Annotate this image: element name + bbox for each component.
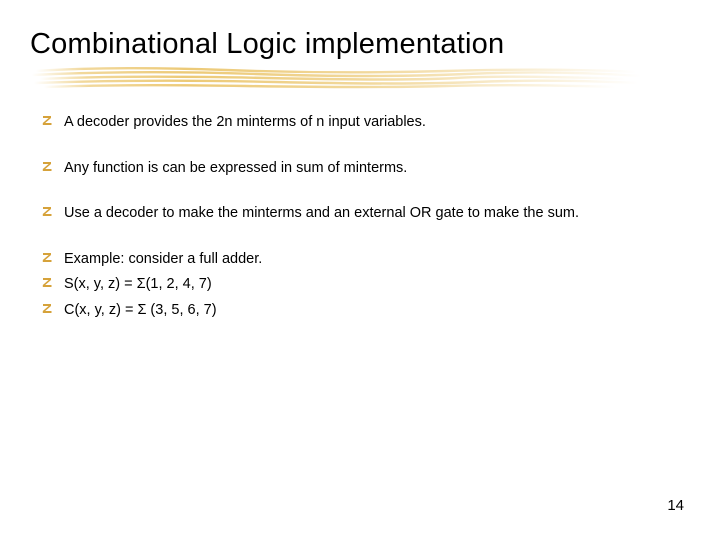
- bullet-z-icon: [42, 303, 54, 319]
- bullet-z-icon: [42, 161, 54, 177]
- bullet-text: S(x, y, z) = Σ(1, 2, 4, 7): [64, 275, 690, 295]
- slide-container: Combinational Logic implementation: [0, 0, 720, 540]
- page-number: 14: [667, 497, 684, 514]
- bullet-item: Any function is can be expressed in sum …: [42, 159, 690, 179]
- bullet-text: Use a decoder to make the minterms and a…: [64, 204, 690, 224]
- bullet-item: Use a decoder to make the minterms and a…: [42, 204, 690, 224]
- bullet-text: C(x, y, z) = Σ (3, 5, 6, 7): [64, 301, 690, 321]
- bullet-item: C(x, y, z) = Σ (3, 5, 6, 7): [42, 301, 690, 321]
- bullet-item: Example: consider a full adder.: [42, 250, 690, 270]
- bullet-z-icon: [42, 206, 54, 222]
- bullet-z-icon: [42, 252, 54, 268]
- bullet-item: S(x, y, z) = Σ(1, 2, 4, 7): [42, 275, 690, 295]
- bullet-item: A decoder provides the 2n minterms of n …: [42, 113, 690, 133]
- bullet-z-icon: [42, 277, 54, 293]
- bullet-text: A decoder provides the 2n minterms of n …: [64, 113, 690, 133]
- bullet-z-icon: [42, 115, 54, 131]
- bullet-list: A decoder provides the 2n minterms of n …: [30, 113, 690, 320]
- bullet-text: Any function is can be expressed in sum …: [64, 159, 690, 179]
- bullet-text: Example: consider a full adder.: [64, 250, 690, 270]
- slide-title: Combinational Logic implementation: [30, 28, 690, 61]
- title-underline-decoration: [26, 65, 666, 93]
